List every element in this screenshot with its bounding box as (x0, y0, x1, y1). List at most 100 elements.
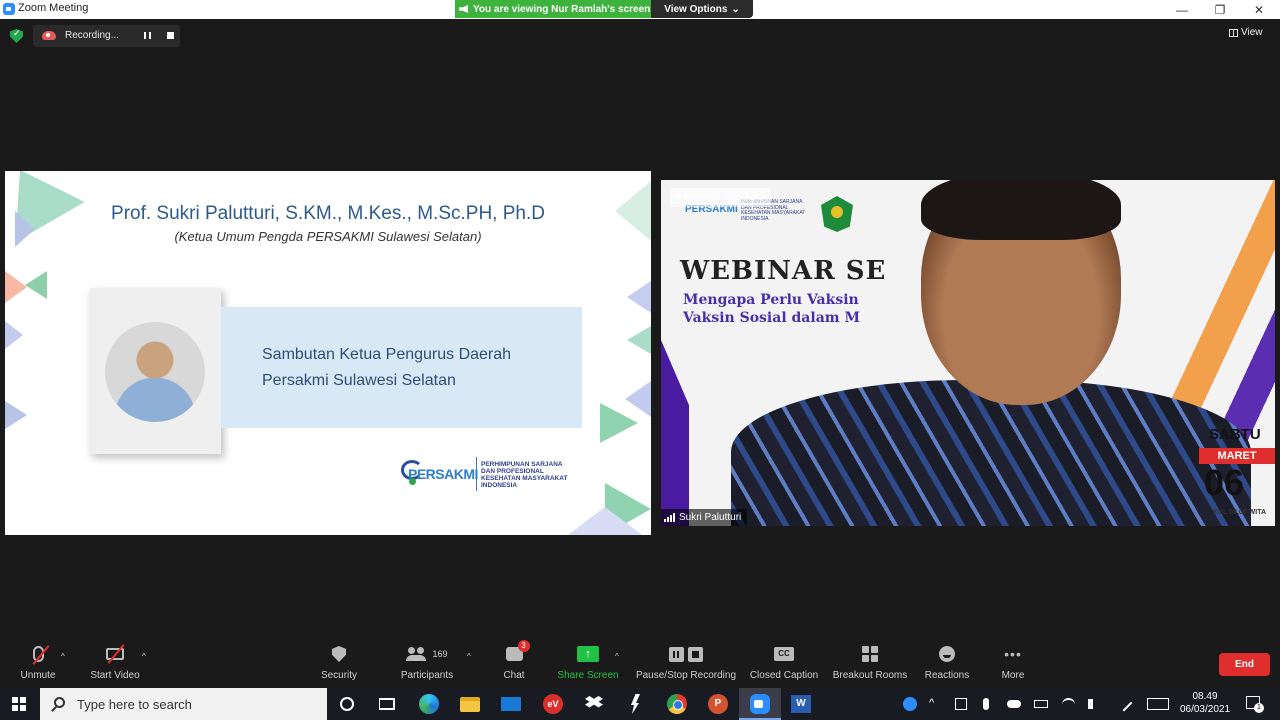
pen-icon[interactable] (1115, 694, 1133, 712)
share-screen-button[interactable]: ↑ Share Screen (556, 640, 620, 686)
dropbox-app[interactable] (583, 694, 605, 714)
chrome-icon (667, 694, 687, 714)
chat-button[interactable]: 3 Chat (499, 640, 530, 686)
edge-app[interactable] (418, 694, 440, 714)
recording-indicator: Recording... (33, 25, 180, 47)
zoom-logo-icon (3, 3, 15, 15)
decor-triangle (625, 381, 651, 417)
cortana-button[interactable] (336, 694, 358, 714)
view-options-button[interactable]: View Options ⌄ (651, 0, 753, 18)
remove-spotlight-button[interactable]: Remove Spotlight (670, 188, 771, 207)
lightning-app[interactable] (624, 694, 646, 714)
security-label: Security (320, 670, 358, 681)
edge-icon (419, 694, 439, 714)
reactions-label: Reactions (924, 670, 970, 681)
meet-now-icon[interactable] (955, 698, 967, 710)
logo-divider (476, 457, 477, 491)
video-options-caret[interactable]: ^ (142, 652, 146, 661)
cortana-icon (340, 697, 354, 711)
end-meeting-button[interactable]: End (1219, 653, 1270, 676)
onedrive-icon[interactable] (1007, 700, 1021, 708)
keyboard-icon[interactable] (1147, 698, 1169, 710)
decor-triangle (5, 321, 23, 349)
background-decor (661, 340, 689, 526)
meeting-toolbar: Unmute ^ Start Video ^ Security 169 Part… (0, 640, 1280, 686)
closed-caption-button[interactable]: CC Closed Caption (748, 640, 820, 686)
close-window-button[interactable]: ✕ (1240, 0, 1278, 19)
speaker-hair (921, 180, 1121, 240)
ev-app[interactable]: eV (542, 694, 564, 714)
banner-line-2: Persakmi Sulawesi Selatan (262, 372, 456, 389)
breakout-rooms-button[interactable]: Breakout Rooms (830, 640, 910, 686)
more-button[interactable]: ••• More (996, 640, 1030, 686)
word-app[interactable]: W (790, 694, 812, 714)
reactions-button[interactable]: Reactions (923, 640, 971, 686)
participants-count: 169 (432, 649, 448, 659)
view-options-label: View Options (664, 3, 728, 15)
minimize-button[interactable]: — (1163, 0, 1201, 19)
start-video-label: Start Video (90, 670, 140, 681)
microphone-tray-icon[interactable] (983, 698, 989, 710)
more-icon: ••• (1004, 646, 1022, 662)
banner-line-1: Sambutan Ketua Pengurus Daerah (262, 346, 512, 363)
participants-options-caret[interactable]: ^ (467, 652, 471, 661)
shared-screen[interactable]: Prof. Sukri Palutturi, S.KM., M.Kes., M.… (5, 171, 651, 535)
start-video-button[interactable]: Start Video (87, 640, 143, 686)
mail-app[interactable] (500, 694, 522, 714)
taskbar-clock[interactable]: 08.49 06/03/2021 (1176, 690, 1234, 716)
file-explorer-app[interactable] (459, 694, 481, 714)
task-view-button[interactable] (376, 694, 398, 714)
chat-badge: 3 (517, 640, 530, 652)
participant-name-tag: Sukri Palutturi (661, 509, 748, 526)
help-tray-icon[interactable] (903, 697, 917, 711)
battery-icon[interactable] (1034, 700, 1048, 708)
speaker-body (731, 380, 1251, 526)
zoom-app[interactable] (749, 694, 771, 714)
dropbox-icon (585, 696, 603, 708)
background-time: KUL 08.00 WITA (1213, 509, 1267, 516)
unmute-button[interactable]: Unmute (17, 640, 59, 686)
maximize-button[interactable]: ❐ (1201, 0, 1239, 19)
org-line-4: INDONESIA (481, 482, 518, 489)
encryption-shield-icon[interactable] (10, 29, 23, 43)
decor-triangle (5, 401, 27, 429)
viewing-banner-text: You are viewing Nur Ramlah's screen (473, 3, 651, 15)
decor-triangle (627, 281, 651, 313)
recording-label: Recording... (65, 30, 119, 41)
speaker-video[interactable]: PERSAKMI PERHIMPUNAN SARJANA DAN PROFESI… (661, 180, 1275, 526)
security-button[interactable]: Security (317, 640, 361, 686)
view-toggle-button[interactable]: View (1229, 24, 1273, 41)
participants-label: Participants (400, 670, 454, 681)
window-title: Zoom Meeting (18, 2, 89, 14)
chrome-app[interactable] (666, 694, 688, 714)
participants-button[interactable]: 169 Participants (397, 640, 457, 686)
viewing-screen-banner: You are viewing Nur Ramlah's screen (455, 0, 651, 18)
speaker-icon (459, 5, 468, 13)
taskbar-search-box[interactable]: Type here to search (40, 688, 327, 720)
notification-icon[interactable]: 1 (1246, 696, 1264, 713)
share-options-caret[interactable]: ^ (615, 652, 619, 661)
pause-stop-icon (669, 646, 703, 662)
wifi-icon[interactable] (1062, 698, 1075, 711)
pause-stop-recording-button[interactable]: Pause/Stop Recording (634, 640, 738, 686)
powerpoint-app[interactable]: P (707, 694, 729, 714)
org-line-2: DAN PROFESIONAL (481, 468, 544, 475)
clock-date: 06/03/2021 (1179, 704, 1231, 715)
grid-view-icon (1229, 28, 1238, 37)
pause-recording-button[interactable] (144, 32, 151, 39)
search-icon (54, 697, 65, 708)
powerpoint-icon: P (708, 694, 728, 714)
show-hidden-icons-chevron[interactable]: ^ (929, 697, 934, 709)
stop-recording-button[interactable] (167, 32, 174, 39)
share-screen-label: Share Screen (557, 670, 619, 681)
audio-options-caret[interactable]: ^ (61, 652, 65, 661)
share-screen-icon: ↑ (577, 646, 599, 662)
presenter-photo (105, 322, 205, 422)
volume-icon[interactable] (1088, 699, 1098, 709)
window-titlebar: Zoom Meeting You are viewing Nur Ramlah'… (0, 0, 1280, 19)
presenter-photo-card (89, 288, 221, 454)
windows-start-icon[interactable] (12, 697, 26, 711)
decor-triangle (5, 271, 27, 303)
mail-icon (501, 697, 521, 711)
closed-caption-icon: CC (774, 647, 794, 661)
